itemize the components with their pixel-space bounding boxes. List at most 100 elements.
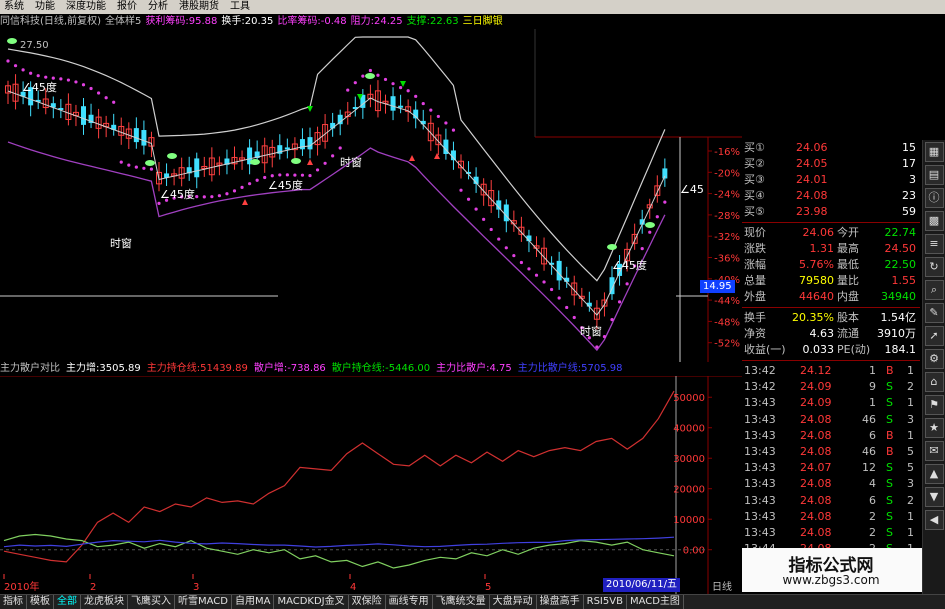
menu-item[interactable]: 工具 <box>226 0 257 14</box>
indicator-tab[interactable]: MACDKDJ金叉 <box>274 595 349 609</box>
sar-dot <box>81 83 86 87</box>
candle-body <box>133 128 139 143</box>
arrow-icon[interactable]: ➚ <box>924 326 944 346</box>
tick-row: 13:43 24.08 46 B 5 <box>742 444 920 460</box>
indicator-tab[interactable]: 操盘高手 <box>537 595 584 609</box>
sar-dot <box>399 85 403 90</box>
refresh-icon[interactable]: ↻ <box>924 257 944 277</box>
sar-dot <box>436 114 440 119</box>
bid-row: 买③ 24.01 3 <box>742 172 920 188</box>
stat-value: 1.54亿 <box>880 311 917 324</box>
star-icon[interactable]: ★ <box>924 418 944 438</box>
menu-item[interactable]: 功能 <box>31 0 62 14</box>
indicator-title-strip: 主力散户对比 主力增:3505.89 主力持仓线:51439.89 散户增:-738.… <box>0 362 680 376</box>
pct-scale-label: -36% <box>714 254 740 265</box>
candle-body <box>194 158 200 178</box>
tick-price: 24.09 <box>800 396 832 410</box>
indicator-tab[interactable]: 飞鹰统交量 <box>433 595 490 609</box>
sar-dot <box>270 174 274 178</box>
indicator-tab[interactable]: 指标 <box>0 595 27 609</box>
stat-label: 涨跌 <box>744 242 766 255</box>
indicator-tab[interactable]: 全部 <box>54 595 81 609</box>
date-axis-label: 2010年 <box>4 580 39 593</box>
mail-icon[interactable]: ✉ <box>924 441 944 461</box>
sar-dot <box>202 195 206 199</box>
sar-dot <box>210 195 214 199</box>
stat-value: 184.1 <box>884 343 917 356</box>
bid-label: 买③ <box>744 173 765 186</box>
down-icon[interactable]: ▼ <box>924 487 944 507</box>
indicator-tab[interactable]: MACD主图 <box>627 595 684 609</box>
indicator-scale-label: 20000 <box>673 485 705 496</box>
info-icon[interactable]: ⓘ <box>924 188 944 208</box>
indicator-tab[interactable]: 双保险 <box>349 595 386 609</box>
settings-icon[interactable]: ⚙ <box>924 349 944 369</box>
time-window-label: 时窗 <box>110 236 132 250</box>
indicator-value: 主力增:3505.89 <box>66 363 141 374</box>
tick-time: 13:43 <box>744 428 776 442</box>
indicator-tab[interactable]: 龙虎板块 <box>81 595 128 609</box>
up-icon[interactable]: ▲ <box>924 464 944 484</box>
sar-dot <box>323 161 327 165</box>
sar-dot <box>663 200 667 204</box>
sar-dot <box>97 91 101 95</box>
menu-item[interactable]: 系统 <box>0 0 31 14</box>
grid-icon[interactable]: ▩ <box>924 211 944 231</box>
stat-label: 量比 <box>837 274 859 287</box>
tick-direction: S <box>886 380 893 394</box>
pen-icon[interactable]: ✎ <box>924 303 944 323</box>
sar-dot <box>59 77 63 81</box>
menu-item[interactable]: 港股期货 <box>175 0 226 14</box>
indicator-scale-label: 40000 <box>673 424 705 435</box>
indicator-tab[interactable]: RSI5VB <box>584 595 627 609</box>
sar-dot <box>74 80 78 84</box>
indicator-chart[interactable]: 50000 40000 30000 20000 10000 0.00 2010年 2 3 4 5 日线 <box>0 376 742 594</box>
candle-body <box>390 96 396 111</box>
sar-dot <box>489 227 493 232</box>
tick-price: 24.07 <box>800 461 832 475</box>
indicator-tab[interactable]: 模板 <box>27 595 54 609</box>
candlestick-chart[interactable]: -16%-20%-24%-28%-32%-36%-40%-44%-48%-52%… <box>0 29 742 362</box>
pct-scale-label: -24% <box>714 190 740 201</box>
indicator-tab[interactable]: 飞鹰买入 <box>128 595 175 609</box>
tick-direction: S <box>886 509 893 523</box>
list-icon[interactable]: ≡ <box>924 234 944 254</box>
candle-body <box>299 139 305 150</box>
table-icon[interactable]: ▤ <box>924 165 944 185</box>
tick-time: 13:43 <box>744 396 776 410</box>
indicator-tab[interactable]: 大盘异动 <box>490 595 537 609</box>
bid-label: 买⑤ <box>744 205 765 218</box>
buy-signal-icon <box>167 153 177 159</box>
indicator-value: 主力散户对比 <box>0 363 60 374</box>
sar-dot <box>338 146 342 150</box>
title-indicator: 比率筹码:-0.48 <box>277 16 347 27</box>
tick-direction: S <box>886 477 893 491</box>
menu-item[interactable]: 分析 <box>144 0 175 14</box>
bid-price: 23.98 <box>796 205 828 218</box>
stat-row: 换手 20.35% 股本 1.54亿 <box>742 310 920 326</box>
menu-bar: 系统 功能 深度功能 报价 分析 港股期货 工具 <box>0 0 945 14</box>
indicator-tab[interactable]: 听雪MACD <box>175 595 232 609</box>
menu-item[interactable]: 报价 <box>113 0 144 14</box>
stat-value: 0.033 <box>802 343 835 356</box>
indicator-tab[interactable]: 画线专用 <box>386 595 433 609</box>
panel-divider <box>742 222 920 223</box>
home-icon[interactable]: ⌂ <box>924 372 944 392</box>
candle-body <box>284 147 290 150</box>
left-icon[interactable]: ◀ <box>924 510 944 530</box>
period-label[interactable]: 日线 <box>712 580 732 593</box>
sar-dot <box>21 68 25 72</box>
sar-dot <box>127 163 131 167</box>
stat-row: 涨跌 1.31 最高 24.50 <box>742 241 920 257</box>
tick-direction: S <box>886 412 893 426</box>
menu-item[interactable]: 深度功能 <box>62 0 113 14</box>
chart-icon[interactable]: ▦ <box>924 142 944 162</box>
tick-count: 1 <box>907 525 914 539</box>
zoom-icon[interactable]: ⌕ <box>924 280 944 300</box>
title-indicator: 全体样5 <box>104 16 142 27</box>
tick-price: 24.12 <box>800 364 832 377</box>
tick-price: 24.09 <box>800 380 832 394</box>
flag-icon[interactable]: ⚑ <box>924 395 944 415</box>
indicator-tab[interactable]: 自用MA <box>232 595 275 609</box>
tick-price: 24.08 <box>800 509 832 523</box>
